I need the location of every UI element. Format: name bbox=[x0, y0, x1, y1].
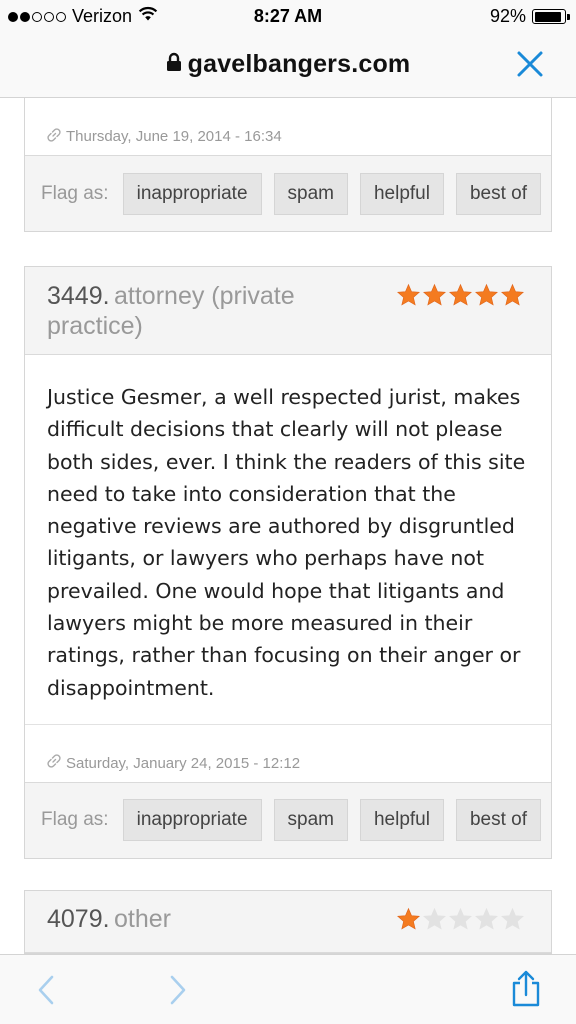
star-icon bbox=[474, 283, 499, 316]
review-body: Justice Gesmer, a well respected jurist,… bbox=[47, 385, 526, 700]
battery-nub bbox=[567, 14, 570, 20]
share-icon bbox=[512, 970, 540, 1007]
flag-row: Flag as: inappropriate spam helpful best… bbox=[25, 781, 551, 858]
status-right: 92% bbox=[489, 6, 570, 27]
back-button[interactable] bbox=[30, 973, 64, 1007]
star-icon bbox=[474, 907, 499, 936]
lock-icon bbox=[166, 52, 182, 77]
review-header: 4079. other bbox=[25, 891, 551, 953]
flag-helpful-button[interactable]: helpful bbox=[359, 172, 444, 215]
link-icon[interactable] bbox=[47, 754, 61, 772]
flag-inappropriate-button[interactable]: inappropriate bbox=[122, 799, 262, 842]
review-number: 3449. bbox=[47, 282, 110, 310]
review-card: Thursday, June 19, 2014 - 16:34 Flag as:… bbox=[24, 98, 552, 232]
flag-spam-button[interactable]: spam bbox=[273, 799, 348, 842]
timestamp-text: Saturday, January 24, 2015 - 12:12 bbox=[66, 754, 301, 772]
review-author-cont: practice) bbox=[47, 312, 143, 340]
flag-helpful-button[interactable]: helpful bbox=[359, 799, 444, 842]
review-timestamp: Thursday, June 19, 2014 - 16:34 bbox=[25, 98, 551, 155]
url-text: gavelbangers.com bbox=[187, 50, 411, 78]
close-button[interactable] bbox=[514, 48, 546, 80]
review-author: attorney (private bbox=[114, 282, 295, 310]
battery-icon bbox=[532, 9, 570, 24]
share-button[interactable] bbox=[506, 969, 546, 1009]
star-icon bbox=[448, 907, 473, 936]
status-bar: Verizon 8:27 AM 92% bbox=[0, 0, 576, 34]
flag-label: Flag as: bbox=[41, 809, 109, 831]
bottom-toolbar bbox=[0, 954, 576, 1024]
star-rating bbox=[396, 283, 525, 316]
close-icon bbox=[517, 51, 543, 77]
flag-spam-button[interactable]: spam bbox=[273, 172, 348, 215]
star-icon bbox=[500, 907, 525, 936]
star-rating bbox=[396, 907, 525, 936]
timestamp-text: Thursday, June 19, 2014 - 16:34 bbox=[66, 128, 282, 145]
star-icon bbox=[396, 283, 421, 316]
review-header: 3449. attorney (private practice) bbox=[25, 267, 551, 355]
star-icon bbox=[500, 283, 525, 316]
flag-row: Flag as: inappropriate spam helpful best… bbox=[25, 155, 551, 231]
flag-best-of-button[interactable]: best of bbox=[455, 172, 542, 215]
page-content[interactable]: Thursday, June 19, 2014 - 16:34 Flag as:… bbox=[0, 98, 576, 954]
flag-label: Flag as: bbox=[41, 182, 109, 204]
forward-button[interactable] bbox=[160, 973, 194, 1007]
flag-best-of-button[interactable]: best of bbox=[455, 799, 542, 842]
address-field[interactable]: gavelbangers.com bbox=[0, 50, 576, 79]
chevron-right-icon bbox=[170, 975, 186, 1005]
review-number: 4079. bbox=[47, 905, 110, 933]
review-author: other bbox=[114, 905, 171, 933]
star-icon bbox=[422, 283, 447, 316]
battery-percent: 92% bbox=[489, 6, 526, 26]
review-card: 4079. other bbox=[24, 890, 552, 954]
url-bar: gavelbangers.com bbox=[0, 34, 576, 98]
flag-inappropriate-button[interactable]: inappropriate bbox=[122, 172, 262, 215]
link-icon[interactable] bbox=[47, 127, 61, 146]
review-card: 3449. attorney (private practice) Justic… bbox=[24, 266, 552, 859]
star-icon bbox=[448, 283, 473, 316]
battery-fill bbox=[534, 11, 562, 22]
star-icon bbox=[396, 907, 421, 936]
chevron-left-icon bbox=[38, 975, 54, 1005]
star-icon bbox=[422, 907, 447, 936]
review-timestamp: Saturday, January 24, 2015 - 12:12 bbox=[25, 723, 551, 782]
